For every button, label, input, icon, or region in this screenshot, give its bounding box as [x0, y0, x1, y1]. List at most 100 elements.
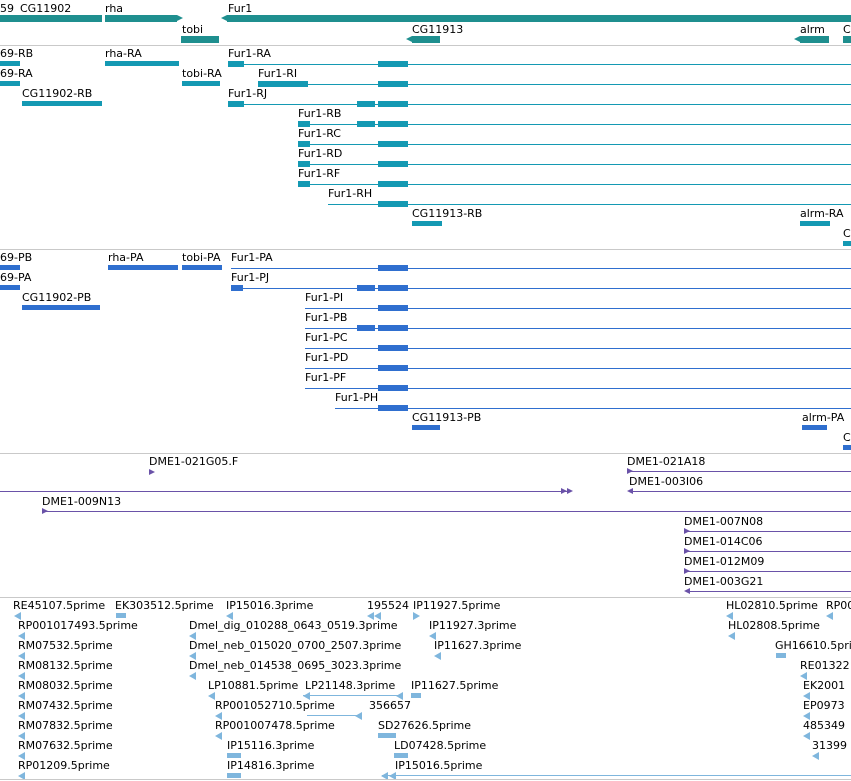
- est-label[interactable]: LP21148.3prime: [305, 679, 395, 692]
- est-line[interactable]: [382, 775, 851, 776]
- gene-feature[interactable]: [800, 36, 829, 43]
- transcript-feature[interactable]: [412, 221, 442, 226]
- est-label[interactable]: RP001052710.5prime: [215, 699, 335, 712]
- gene-feature[interactable]: [105, 15, 177, 22]
- transcript-label[interactable]: Fur1-RF: [298, 167, 340, 180]
- protein-exon[interactable]: [378, 305, 408, 311]
- transcript-label[interactable]: tobi-RA: [182, 67, 222, 80]
- clone-label[interactable]: DME1-007N08: [684, 515, 763, 528]
- est-marker[interactable]: [189, 672, 196, 680]
- est-marker[interactable]: [776, 653, 786, 658]
- protein-label[interactable]: Fur1-PA: [231, 251, 273, 264]
- transcript-feature[interactable]: [22, 101, 102, 106]
- gene-label[interactable]: C: [843, 23, 851, 36]
- est-label[interactable]: RP001007478.5prime: [215, 719, 335, 732]
- transcript-label[interactable]: Fur1-RA: [228, 47, 271, 60]
- clone-line[interactable]: [0, 491, 570, 492]
- est-label[interactable]: IP11927.3prime: [429, 619, 516, 632]
- protein-label[interactable]: CG11902-PB: [22, 291, 91, 304]
- est-label[interactable]: Dmel_dig_010288_0643_0519.3prime: [189, 619, 398, 632]
- transcript-label[interactable]: 69-RA: [0, 67, 33, 80]
- protein-label[interactable]: Fur1-PD: [305, 351, 348, 364]
- protein-exon[interactable]: [378, 285, 408, 291]
- clone-label[interactable]: DME1-003I06: [629, 475, 703, 488]
- est-label[interactable]: 31399: [812, 739, 847, 752]
- protein-feature[interactable]: [108, 265, 178, 270]
- transcript-feature[interactable]: [800, 221, 830, 226]
- protein-feature[interactable]: [843, 445, 851, 450]
- protein-label[interactable]: Fur1-PI: [305, 291, 343, 304]
- gene-label[interactable]: 59: [0, 2, 14, 15]
- est-label[interactable]: RM07832.5prime: [18, 719, 113, 732]
- clone-line[interactable]: [632, 491, 851, 492]
- transcript-exon[interactable]: [357, 121, 375, 127]
- transcript-exon[interactable]: [378, 181, 408, 187]
- est-label[interactable]: 356657: [369, 699, 411, 712]
- est-marker[interactable]: [812, 752, 819, 760]
- est-label[interactable]: IP14816.3prime: [227, 759, 314, 772]
- est-marker[interactable]: [413, 612, 420, 620]
- est-label[interactable]: LD07428.5prime: [394, 739, 486, 752]
- est-marker[interactable]: [227, 773, 241, 778]
- gene-label[interactable]: tobi: [182, 23, 203, 36]
- est-label[interactable]: EK303512.5prime: [115, 599, 214, 612]
- est-label[interactable]: SD27626.5prime: [378, 719, 471, 732]
- est-label[interactable]: Dmel_neb_014538_0695_3023.3prime: [189, 659, 401, 672]
- protein-exon[interactable]: [231, 285, 243, 291]
- transcript-exon[interactable]: [378, 81, 408, 87]
- clone-label[interactable]: DME1-003G21: [684, 575, 763, 588]
- genome-browser-canvas[interactable]: 59 CG11902 rha tobi Fur1 CG11913 alrm C: [0, 0, 851, 781]
- protein-feature[interactable]: [0, 285, 20, 290]
- est-label[interactable]: RM07632.5prime: [18, 739, 113, 752]
- gene-label[interactable]: CG11902: [20, 2, 71, 15]
- est-label[interactable]: IP15116.3prime: [227, 739, 314, 752]
- clone-line[interactable]: [627, 471, 851, 472]
- transcript-label[interactable]: alrm-RA: [800, 207, 844, 220]
- transcript-feature[interactable]: [0, 61, 20, 66]
- est-label[interactable]: EK2001: [803, 679, 845, 692]
- est-label[interactable]: LP10881.5prime: [208, 679, 298, 692]
- est-marker[interactable]: [355, 712, 362, 720]
- est-marker[interactable]: [411, 693, 421, 698]
- protein-label[interactable]: 69-PB: [0, 251, 32, 264]
- transcript-label[interactable]: C: [843, 227, 851, 240]
- protein-label[interactable]: Fur1-PJ: [231, 271, 269, 284]
- protein-label[interactable]: tobi-PA: [182, 251, 221, 264]
- est-marker[interactable]: [803, 732, 810, 740]
- transcript-feature[interactable]: [843, 241, 851, 246]
- transcript-exon[interactable]: [357, 101, 375, 107]
- est-label[interactable]: GH16610.5prime: [775, 639, 851, 652]
- est-label[interactable]: RP00: [826, 599, 851, 612]
- transcript-label[interactable]: Fur1-RJ: [228, 87, 267, 100]
- gene-feature[interactable]: [227, 15, 851, 22]
- est-label[interactable]: IP15016.5prime: [395, 759, 482, 772]
- est-label[interactable]: 195524: [367, 599, 409, 612]
- protein-label[interactable]: CG11913-PB: [412, 411, 481, 424]
- transcript-exon[interactable]: [378, 141, 408, 147]
- gene-feature[interactable]: [843, 36, 851, 43]
- clone-line[interactable]: [684, 551, 851, 552]
- clone-line[interactable]: [690, 591, 851, 592]
- transcript-label[interactable]: 69-RB: [0, 47, 33, 60]
- protein-label[interactable]: C: [843, 431, 851, 444]
- transcript-exon[interactable]: [378, 201, 408, 207]
- clone-label[interactable]: DME1-012M09: [684, 555, 764, 568]
- protein-label[interactable]: rha-PA: [108, 251, 143, 264]
- clone-line[interactable]: [42, 511, 851, 512]
- est-label[interactable]: EP0973: [803, 699, 845, 712]
- est-label[interactable]: IP11927.5prime: [413, 599, 500, 612]
- transcript-exon[interactable]: [378, 121, 408, 127]
- gene-label[interactable]: CG11913: [412, 23, 463, 36]
- transcript-label[interactable]: CG11913-RB: [412, 207, 482, 220]
- protein-exon[interactable]: [378, 265, 408, 271]
- protein-exon[interactable]: [378, 365, 408, 371]
- est-label[interactable]: RP001017493.5prime: [18, 619, 138, 632]
- est-marker[interactable]: [215, 732, 222, 740]
- protein-exon[interactable]: [378, 345, 408, 351]
- transcript-feature[interactable]: [105, 61, 179, 66]
- est-label[interactable]: 485349: [803, 719, 845, 732]
- transcript-label[interactable]: CG11902-RB: [22, 87, 92, 100]
- protein-exon[interactable]: [357, 285, 375, 291]
- gene-feature[interactable]: [412, 36, 440, 43]
- protein-exon[interactable]: [378, 385, 408, 391]
